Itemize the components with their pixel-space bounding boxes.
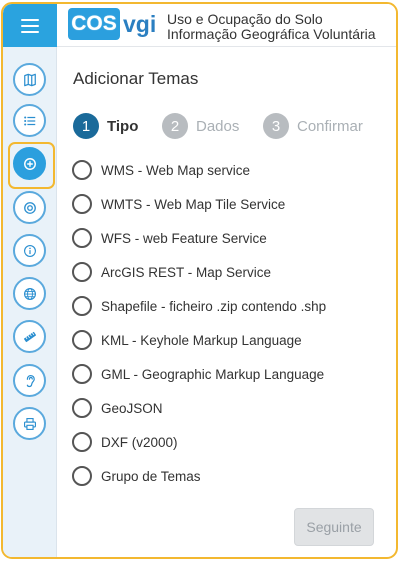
- option-label: WMS - Web Map service: [101, 162, 251, 178]
- step-confirmar[interactable]: 3 Confirmar: [263, 113, 363, 139]
- option-shapefile[interactable]: Shapefile - ficheiro .zip contendo .shp: [72, 295, 326, 317]
- app-frame: COS vgi Uso e Ocupação do Solo Informaçã…: [1, 2, 398, 559]
- step-number: 3: [263, 113, 289, 139]
- option-grupo-de-temas[interactable]: Grupo de Temas: [72, 465, 201, 487]
- option-arcgis-rest[interactable]: ArcGIS REST - Map Service: [72, 261, 271, 283]
- app-title: Uso e Ocupação do Solo Informação Geográ…: [167, 12, 376, 42]
- sidebar-button-globe[interactable]: [13, 277, 46, 310]
- sidebar-button-measure[interactable]: [13, 320, 46, 353]
- ear-icon: [26, 374, 35, 387]
- panel-title: Adicionar Temas: [73, 69, 199, 88]
- radio-button[interactable]: [72, 364, 92, 384]
- step-dados[interactable]: 2 Dados: [162, 113, 239, 139]
- step-number: 1: [73, 113, 99, 139]
- option-gml[interactable]: GML - Geographic Markup Language: [72, 363, 324, 385]
- sidebar-button-listen[interactable]: [13, 364, 46, 397]
- sidebar-button-list[interactable]: [13, 104, 46, 137]
- radio-button[interactable]: [72, 160, 92, 180]
- radio-button[interactable]: [72, 262, 92, 282]
- radio-button[interactable]: [72, 398, 92, 418]
- add-circle-icon: [23, 157, 36, 170]
- option-label: GeoJSON: [101, 400, 163, 416]
- add-layers-panel: Adicionar Temas 1 Tipo 2 Dados 3 Confirm…: [57, 47, 396, 557]
- option-dxf[interactable]: DXF (v2000): [72, 431, 178, 453]
- stepper: 1 Tipo 2 Dados 3 Confirmar: [73, 113, 396, 143]
- radio-button[interactable]: [72, 296, 92, 316]
- cosvgi-logo: COS vgi: [68, 7, 156, 41]
- option-label: WMTS - Web Map Tile Service: [101, 196, 286, 212]
- sidebar-button-print[interactable]: [13, 407, 46, 440]
- list-icon: [23, 115, 35, 126]
- hamburger-menu-button[interactable]: [3, 4, 57, 47]
- sidebar-button-map[interactable]: [13, 63, 46, 96]
- radio-button[interactable]: [72, 466, 92, 486]
- hamburger-icon: [21, 18, 39, 33]
- option-label: Shapefile - ficheiro .zip contendo .shp: [101, 298, 327, 314]
- option-kml[interactable]: KML - Keyhole Markup Language: [72, 329, 302, 351]
- logo-cos: COS: [68, 8, 120, 40]
- step-label: Dados: [196, 117, 240, 135]
- step-label: Tipo: [107, 117, 139, 135]
- print-icon: [23, 417, 36, 430]
- step-tipo[interactable]: 1 Tipo: [73, 113, 138, 139]
- globe-icon: [23, 287, 36, 300]
- header: COS vgi Uso e Ocupação do Solo Informaçã…: [57, 4, 396, 47]
- radio-button[interactable]: [72, 194, 92, 214]
- sidebar-button-target[interactable]: [13, 191, 46, 224]
- app-title-line2: Informação Geográfica Voluntária: [167, 26, 376, 42]
- radio-button[interactable]: [72, 228, 92, 248]
- option-label: Grupo de Temas: [101, 468, 201, 484]
- option-label: KML - Keyhole Markup Language: [101, 332, 302, 348]
- option-wfs[interactable]: WFS - web Feature Service: [72, 227, 267, 249]
- option-label: ArcGIS REST - Map Service: [101, 264, 272, 280]
- app-title-line1: Uso e Ocupação do Solo: [167, 11, 323, 27]
- option-wmts[interactable]: WMTS - Web Map Tile Service: [72, 193, 285, 215]
- target-icon: [23, 201, 36, 214]
- map-icon: [23, 73, 36, 86]
- info-icon: [23, 244, 36, 257]
- sidebar-button-add-layers[interactable]: [8, 142, 55, 189]
- option-label: GML - Geographic Markup Language: [101, 366, 325, 382]
- option-wms[interactable]: WMS - Web Map service: [72, 159, 250, 181]
- ruler-icon: [23, 331, 36, 342]
- step-label: Confirmar: [297, 117, 363, 135]
- radio-button[interactable]: [72, 432, 92, 452]
- sidebar-button-info[interactable]: [13, 234, 46, 267]
- sidebar: [3, 47, 57, 557]
- radio-button[interactable]: [72, 330, 92, 350]
- option-geojson[interactable]: GeoJSON: [72, 397, 163, 419]
- logo-vgi: vgi: [123, 10, 157, 37]
- option-label: WFS - web Feature Service: [101, 230, 267, 246]
- step-number: 2: [162, 113, 188, 139]
- option-label: DXF (v2000): [101, 434, 178, 450]
- next-button[interactable]: Seguinte: [294, 508, 374, 546]
